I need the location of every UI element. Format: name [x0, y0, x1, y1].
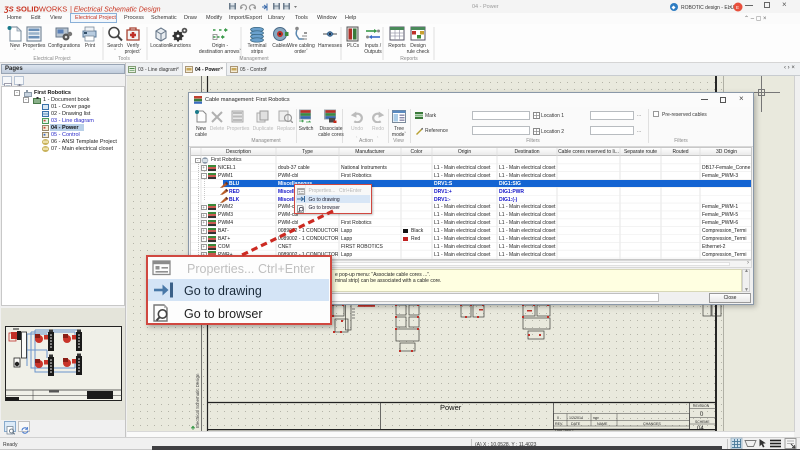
- svg-text:0: 0: [557, 416, 559, 420]
- svg-text:rule check: rule check: [407, 49, 430, 55]
- svg-text:strips: strips: [251, 49, 263, 55]
- svg-text:REVISION: REVISION: [693, 404, 710, 408]
- svg-text:SCHEME: SCHEME: [695, 420, 710, 424]
- svg-text:0: 0: [700, 412, 704, 418]
- svg-text:PLCs: PLCs: [347, 43, 360, 49]
- svg-text:Management: Management: [239, 56, 269, 62]
- svg-text:ˇ: ˇ: [14, 49, 16, 55]
- svg-text:ˇ: ˇ: [63, 49, 65, 55]
- svg-text:ROBOTIC design - ELU: ROBOTIC design - ELU: [681, 5, 734, 11]
- svg-text:ngv: ngv: [593, 416, 599, 420]
- svg-text:Electrical Project: Electrical Project: [33, 56, 71, 62]
- svg-text:Power: Power: [440, 403, 462, 412]
- svg-text:Harnesses: Harnesses: [318, 43, 342, 49]
- svg-text:Electrical Schematic Design: Electrical Schematic Design: [195, 373, 200, 428]
- svg-text:CHANGES: CHANGES: [643, 422, 661, 426]
- svg-text:Tools: Tools: [118, 56, 130, 62]
- svg-text:destination arrowsˇ: destination arrowsˇ: [199, 49, 242, 55]
- svg-text:Reports: Reports: [388, 43, 406, 49]
- svg-text:NAME: NAME: [597, 422, 608, 426]
- svg-text:DATE: DATE: [571, 422, 581, 426]
- svg-text:Reports: Reports: [400, 56, 418, 62]
- svg-text:E: E: [736, 5, 739, 10]
- svg-text:REV.: REV.: [555, 422, 563, 426]
- svg-text:projectˇ: projectˇ: [125, 49, 142, 55]
- svg-text:ˇ: ˇ: [114, 49, 116, 55]
- svg-text:orderˇ: orderˇ: [294, 49, 308, 55]
- svg-text:Outputs: Outputs: [364, 49, 382, 55]
- svg-text:Print: Print: [85, 43, 96, 49]
- svg-text:Cables: Cables: [272, 43, 288, 49]
- svg-text:1/2/2014: 1/2/2014: [569, 416, 583, 420]
- svg-text:Functions: Functions: [169, 43, 191, 49]
- svg-text:ˇ: ˇ: [33, 49, 35, 55]
